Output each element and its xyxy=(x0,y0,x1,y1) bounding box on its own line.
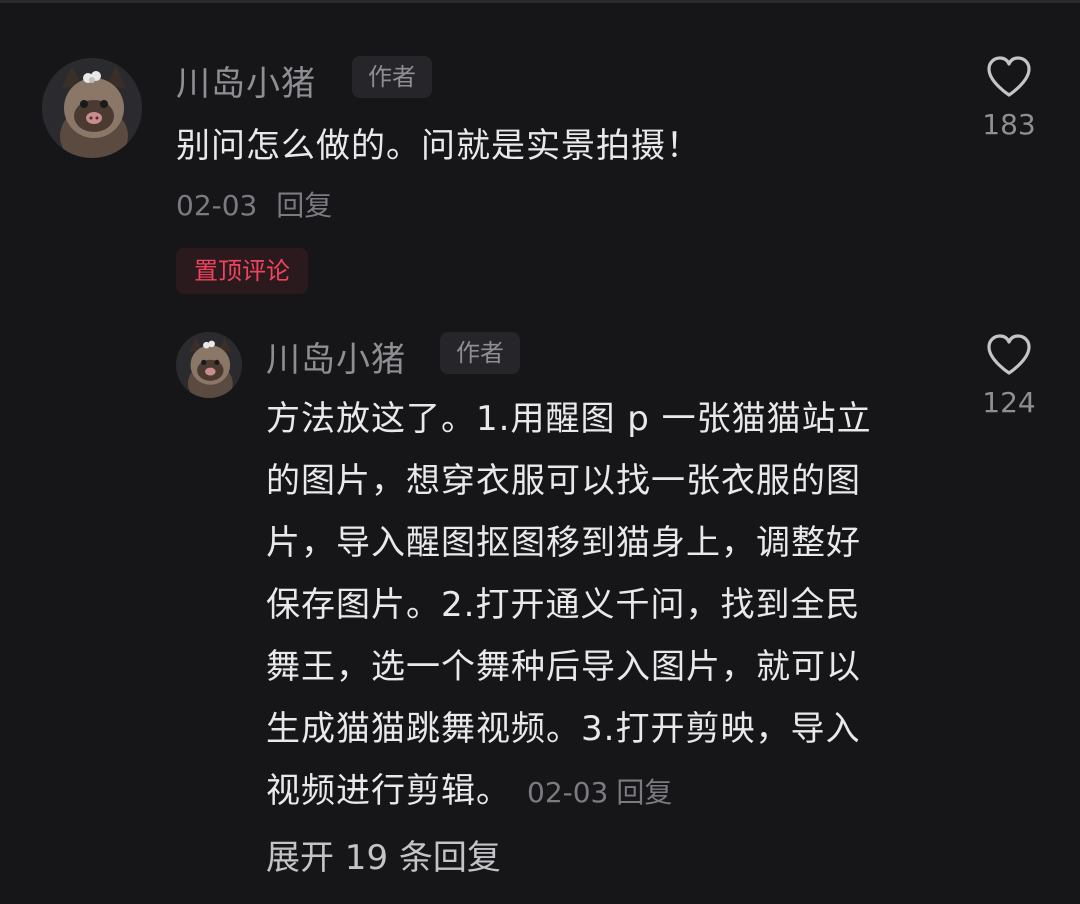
reply-username[interactable]: 川岛小猪 xyxy=(266,332,406,381)
avatar[interactable] xyxy=(42,58,142,158)
like-count: 124 xyxy=(982,386,1036,419)
heart-outline-icon[interactable] xyxy=(986,334,1032,376)
cat-avatar-icon xyxy=(42,58,142,158)
reply-text-line: 视频进行剪辑。 xyxy=(266,771,511,811)
top-divider xyxy=(0,0,1080,3)
reply-author-badge: 作者 xyxy=(440,332,520,374)
reply-text-line: 片，导入醒图抠图移到猫身上，调整好 xyxy=(266,523,861,563)
reply-text-last-line: 视频进行剪辑。 02-03 回复 xyxy=(266,760,946,822)
reply-text-line: 的图片，想穿衣服可以找一张衣服的图 xyxy=(266,461,861,501)
reply-text-line: 方法放这了。1.用醒图 p 一张猫猫站立 xyxy=(266,399,872,439)
comment-date: 02-03 xyxy=(176,189,258,222)
comment-like[interactable]: 183 xyxy=(964,56,1054,141)
expand-replies-button[interactable]: 展开 19 条回复 xyxy=(266,830,501,879)
reply-meta: 02-03 回复 xyxy=(527,776,680,809)
reply-text: 方法放这了。1.用醒图 p 一张猫猫站立 的图片，想穿衣服可以找一张衣服的图 片… xyxy=(266,388,946,822)
heart-outline-icon[interactable] xyxy=(986,56,1032,98)
reply-text-line: 保存图片。2.打开通义千问，找到全民 xyxy=(266,585,861,625)
reply-text-line: 舞王，选一个舞种后导入图片，就可以 xyxy=(266,647,861,687)
comment-username[interactable]: 川岛小猪 xyxy=(176,56,316,105)
comment-meta: 02-03 回复 xyxy=(176,184,342,224)
like-count: 183 xyxy=(982,108,1036,141)
reply-like[interactable]: 124 xyxy=(964,334,1054,419)
cat-avatar-icon xyxy=(176,332,242,398)
pinned-badge: 置顶评论 xyxy=(176,248,308,294)
reply-avatar[interactable] xyxy=(176,332,242,398)
reply-button[interactable]: 回复 xyxy=(616,776,672,809)
comment-text: 别问怎么做的。问就是实景拍摄！ xyxy=(176,126,701,166)
reply-text-line: 生成猫猫跳舞视频。3.打开剪映，导入 xyxy=(266,709,861,749)
reply-button[interactable]: 回复 xyxy=(276,189,332,222)
reply-date: 02-03 xyxy=(527,776,609,809)
author-badge: 作者 xyxy=(352,56,432,98)
